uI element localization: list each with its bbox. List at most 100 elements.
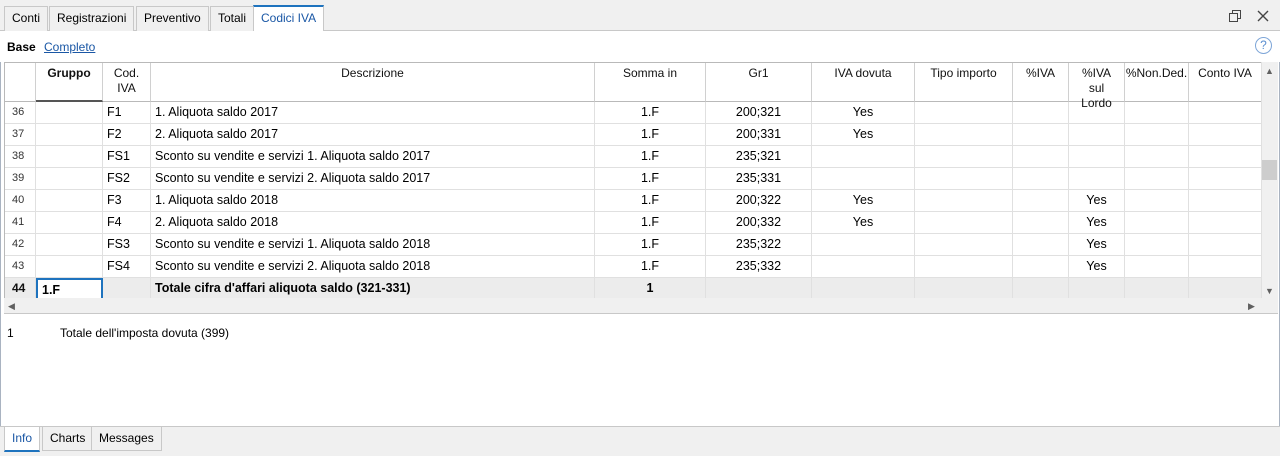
table-row[interactable]: 39 FS2 Sconto su vendite e servizi 2. Aliq… <box>5 168 1261 190</box>
table-row[interactable]: 36 F1 1. Aliquota saldo 2017 1.F 200;321 Yes <box>5 102 1261 124</box>
help-icon[interactable]: ? <box>1255 37 1272 54</box>
cell-iva-dovuta[interactable] <box>812 146 915 168</box>
scroll-up-icon[interactable]: ▲ <box>1265 66 1274 76</box>
cell-gr1[interactable]: 235;322 <box>706 234 812 256</box>
cell-gr1[interactable]: 200;321 <box>706 102 812 124</box>
col-header-somma-in[interactable]: Somma in <box>595 63 706 102</box>
cell-pct-non-ded[interactable] <box>1125 234 1189 256</box>
cell-gruppo[interactable] <box>36 212 103 234</box>
cell-cod-iva[interactable]: F2 <box>103 124 151 146</box>
cell-iva-dovuta[interactable] <box>812 256 915 278</box>
tab-messages[interactable]: Messages <box>91 427 162 451</box>
cell-pct-iva-lordo[interactable]: Yes <box>1069 256 1125 278</box>
cell-tipo-importo[interactable] <box>915 234 1013 256</box>
cell-conto-iva[interactable] <box>1189 168 1261 190</box>
cell-iva-dovuta[interactable] <box>812 168 915 190</box>
cell-iva-dovuta[interactable]: Yes <box>812 190 915 212</box>
col-header-gr1[interactable]: Gr1 <box>706 63 812 102</box>
cell-conto-iva[interactable] <box>1189 102 1261 124</box>
cell-pct-non-ded[interactable] <box>1125 190 1189 212</box>
tab-info[interactable]: Info <box>4 427 41 452</box>
cell-cod-iva[interactable]: FS1 <box>103 146 151 168</box>
cell-cod-iva[interactable]: F1 <box>103 102 151 124</box>
horizontal-scrollbar[interactable] <box>4 298 1278 314</box>
cell-gruppo[interactable]: 1.F <box>36 278 103 298</box>
vertical-scroll-thumb[interactable] <box>1262 160 1277 180</box>
col-header-pct-non-ded[interactable]: %Non.Ded. <box>1125 63 1189 102</box>
cell-gruppo[interactable] <box>36 146 103 168</box>
cell-tipo-importo[interactable] <box>915 146 1013 168</box>
cell-pct-iva[interactable] <box>1013 256 1069 278</box>
table-row[interactable]: 38 FS1 Sconto su vendite e servizi 1. Aliq… <box>5 146 1261 168</box>
scroll-left-icon[interactable]: ◀ <box>8 301 15 312</box>
col-header-tipo-importo[interactable]: Tipo importo <box>915 63 1013 102</box>
cell-gr1[interactable]: 235;332 <box>706 256 812 278</box>
tab-charts[interactable]: Charts <box>42 427 94 451</box>
cell-pct-iva-lordo[interactable]: Yes <box>1069 190 1125 212</box>
cell-somma-in[interactable]: 1.F <box>595 256 706 278</box>
cell-pct-iva[interactable] <box>1013 234 1069 256</box>
cell-pct-iva[interactable] <box>1013 168 1069 190</box>
restore-window-icon[interactable] <box>1227 8 1243 24</box>
cell-gruppo[interactable] <box>36 102 103 124</box>
cell-tipo-importo[interactable] <box>915 278 1013 298</box>
cell-pct-non-ded[interactable] <box>1125 278 1189 298</box>
cell-somma-in[interactable]: 1.F <box>595 234 706 256</box>
tab-totali[interactable]: Totali <box>210 6 255 31</box>
tab-preventivo[interactable]: Preventivo <box>136 6 209 31</box>
cell-descrizione[interactable]: Sconto su vendite e servizi 2. Aliquota … <box>151 256 595 278</box>
cell-tipo-importo[interactable] <box>915 256 1013 278</box>
cell-pct-iva[interactable] <box>1013 124 1069 146</box>
cell-pct-iva[interactable] <box>1013 146 1069 168</box>
cell-pct-iva[interactable] <box>1013 278 1069 298</box>
table-row[interactable]: 43 FS4 Sconto su vendite e servizi 2. Aliq… <box>5 256 1261 278</box>
cell-cod-iva[interactable]: FS3 <box>103 234 151 256</box>
table-row[interactable]: 37 F2 2. Aliquota saldo 2017 1.F 200;331 Yes <box>5 124 1261 146</box>
cell-tipo-importo[interactable] <box>915 212 1013 234</box>
cell-somma-in[interactable]: 1.F <box>595 212 706 234</box>
cell-pct-iva-lordo[interactable]: Yes <box>1069 234 1125 256</box>
cell-gruppo[interactable] <box>36 256 103 278</box>
cell-gr1[interactable]: 200;322 <box>706 190 812 212</box>
cell-descrizione[interactable]: 2. Aliquota saldo 2018 <box>151 212 595 234</box>
cell-conto-iva[interactable] <box>1189 256 1261 278</box>
cell-somma-in[interactable]: 1.F <box>595 146 706 168</box>
close-icon[interactable] <box>1255 8 1271 24</box>
col-header-iva-dovuta[interactable]: IVA dovuta <box>812 63 915 102</box>
cell-gruppo[interactable] <box>36 168 103 190</box>
cell-gruppo[interactable] <box>36 124 103 146</box>
cell-pct-non-ded[interactable] <box>1125 168 1189 190</box>
cell-somma-in[interactable]: 1 <box>595 278 706 298</box>
cell-iva-dovuta[interactable] <box>812 234 915 256</box>
cell-conto-iva[interactable] <box>1189 124 1261 146</box>
cell-pct-non-ded[interactable] <box>1125 256 1189 278</box>
col-header-gruppo[interactable]: Gruppo <box>36 63 103 102</box>
table-row[interactable]: 40 F3 1. Aliquota saldo 2018 1.F 200;322 Yes Y… <box>5 190 1261 212</box>
cell-somma-in[interactable]: 1.F <box>595 168 706 190</box>
cell-iva-dovuta[interactable]: Yes <box>812 212 915 234</box>
cell-gr1[interactable]: 235;321 <box>706 146 812 168</box>
cell-tipo-importo[interactable] <box>915 168 1013 190</box>
cell-cod-iva[interactable]: FS4 <box>103 256 151 278</box>
cell-pct-non-ded[interactable] <box>1125 102 1189 124</box>
cell-descrizione[interactable]: Sconto su vendite e servizi 1. Aliquota … <box>151 146 595 168</box>
view-base-tab[interactable]: Base <box>7 40 36 54</box>
view-completo-link[interactable]: Completo <box>44 40 95 54</box>
cell-conto-iva[interactable] <box>1189 278 1261 298</box>
cell-iva-dovuta[interactable] <box>812 278 915 298</box>
cell-descrizione[interactable]: Totale cifra d'affari aliquota saldo (32… <box>151 278 595 298</box>
cell-somma-in[interactable]: 1.F <box>595 190 706 212</box>
cell-iva-dovuta[interactable]: Yes <box>812 124 915 146</box>
cell-gruppo[interactable] <box>36 190 103 212</box>
col-header-pct-iva[interactable]: %IVA <box>1013 63 1069 102</box>
cell-pct-iva-lordo[interactable] <box>1069 168 1125 190</box>
scroll-down-icon[interactable]: ▼ <box>1265 286 1274 296</box>
cell-pct-iva[interactable] <box>1013 190 1069 212</box>
cell-descrizione[interactable]: Sconto su vendite e servizi 2. Aliquota … <box>151 168 595 190</box>
cell-cod-iva[interactable]: FS2 <box>103 168 151 190</box>
cell-gr1[interactable]: 235;331 <box>706 168 812 190</box>
cell-pct-non-ded[interactable] <box>1125 212 1189 234</box>
cell-pct-iva[interactable] <box>1013 102 1069 124</box>
cell-gruppo[interactable] <box>36 234 103 256</box>
cell-pct-iva-lordo[interactable] <box>1069 124 1125 146</box>
